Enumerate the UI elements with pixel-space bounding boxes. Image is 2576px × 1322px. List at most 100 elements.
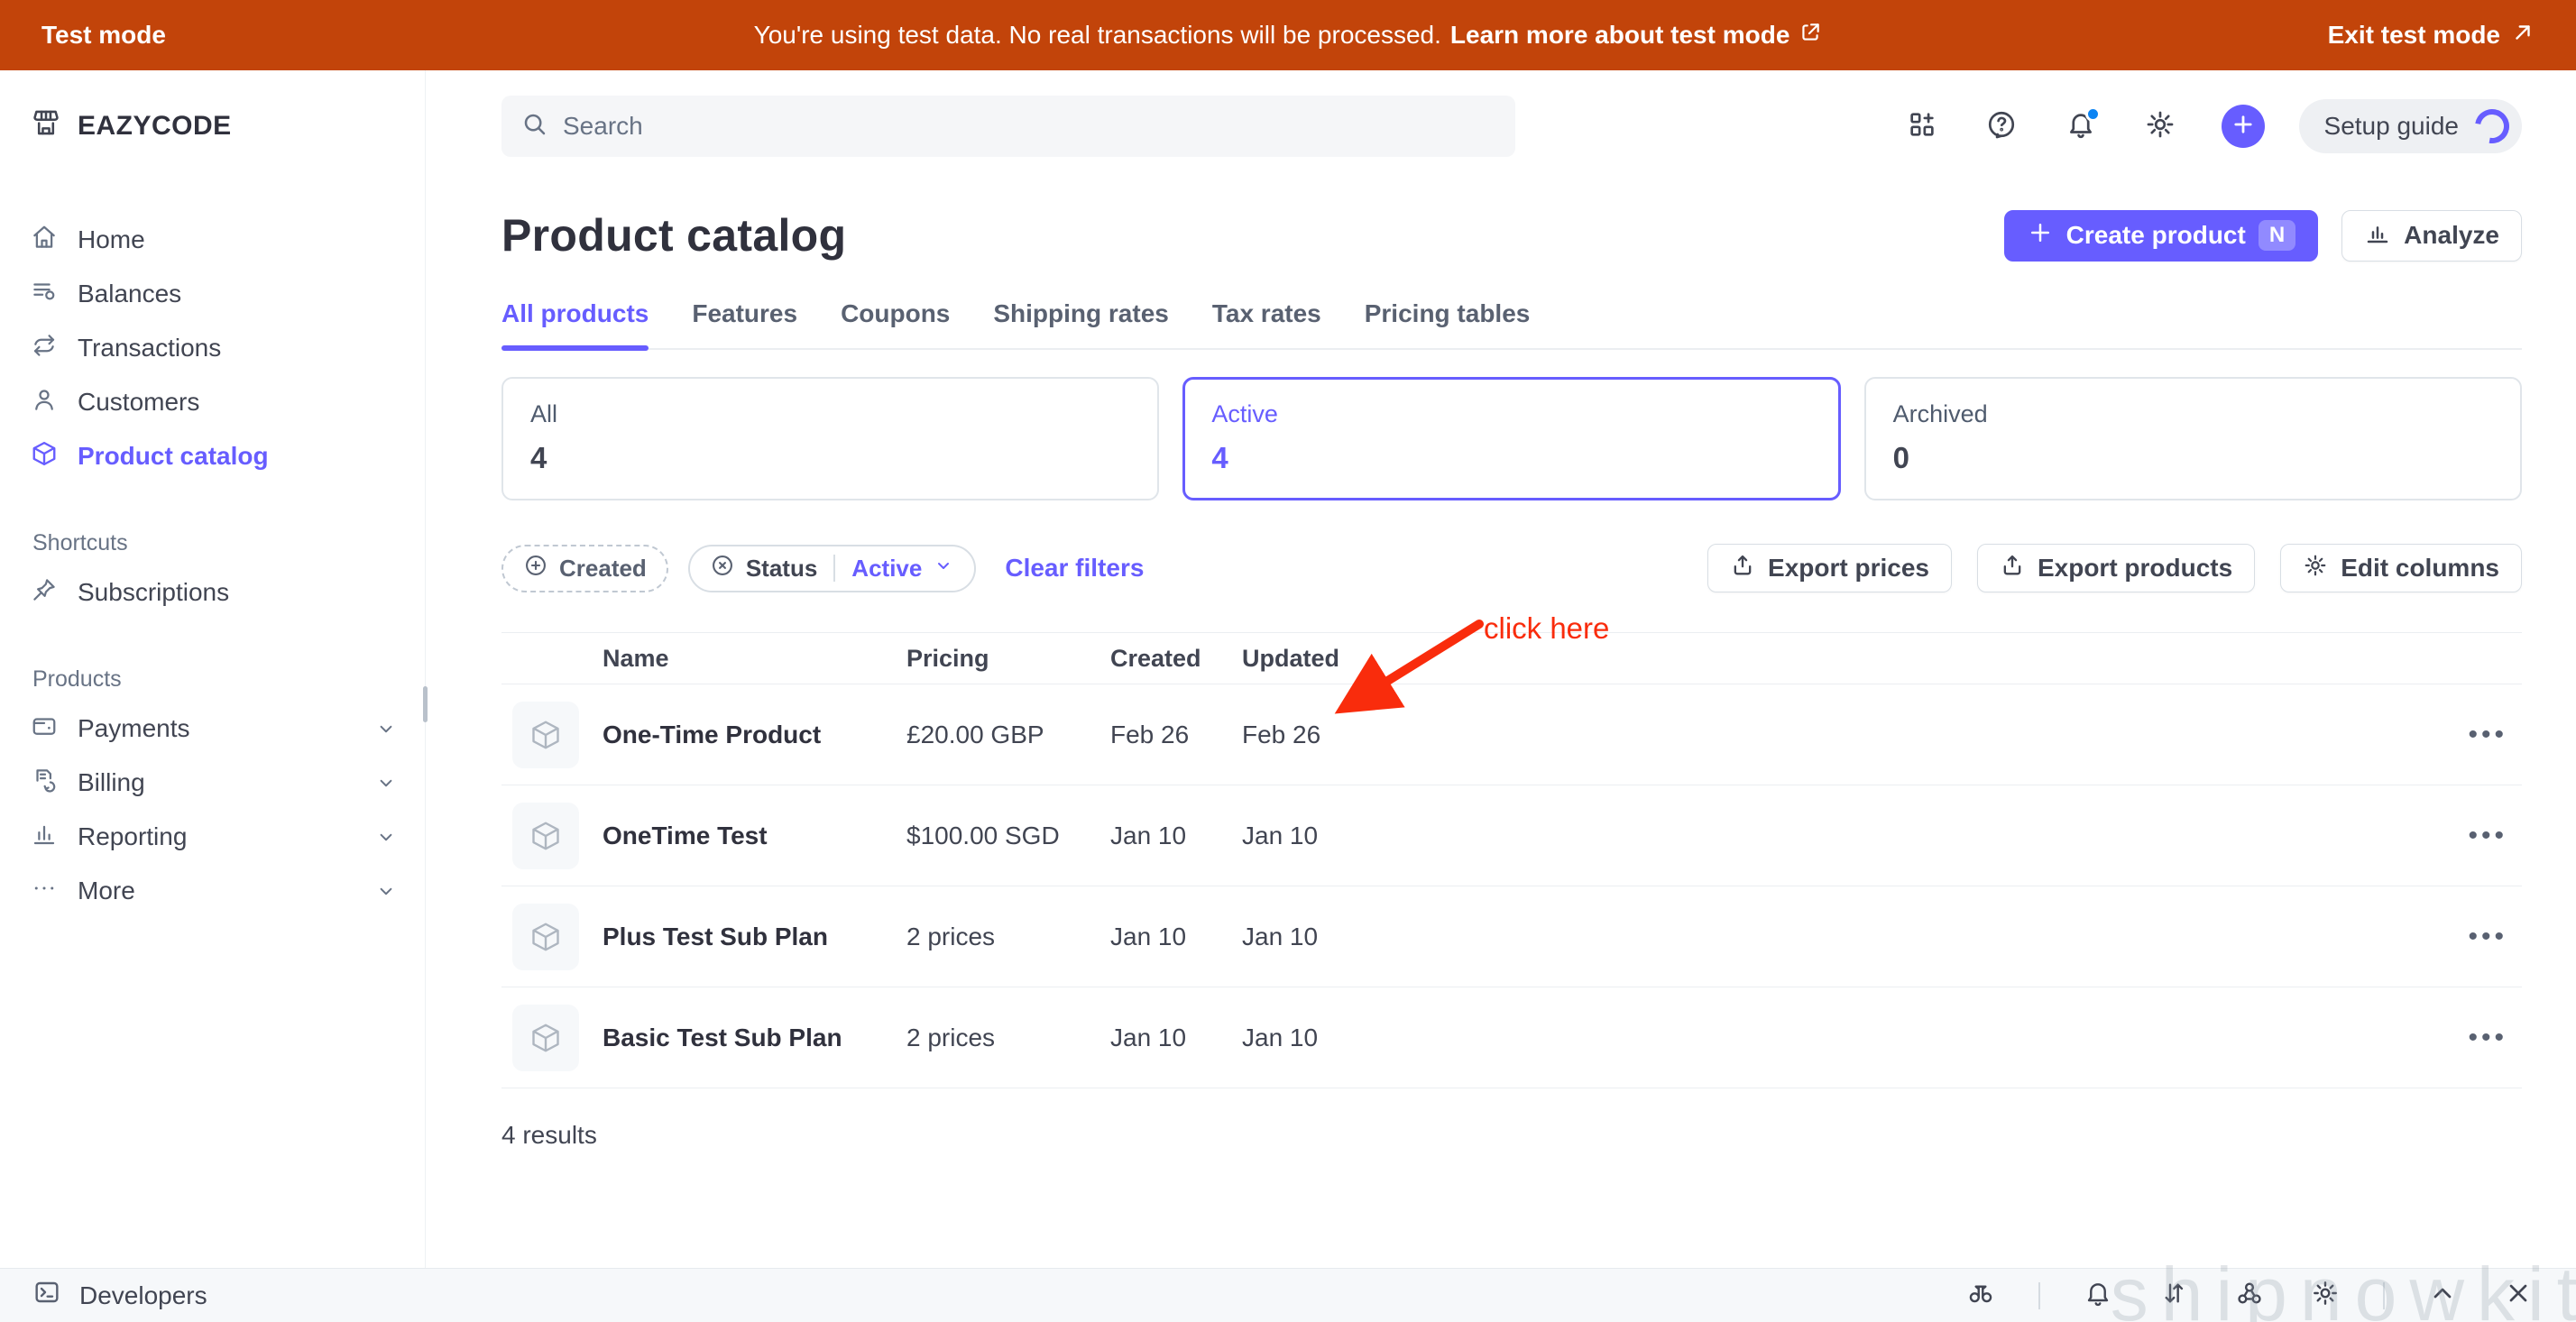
export-products-button[interactable]: Export products — [1977, 544, 2255, 592]
summary-card-archived[interactable]: Archived 0 — [1864, 377, 2522, 500]
card-count: 4 — [530, 441, 1130, 475]
api-requests-button[interactable] — [2156, 1278, 2192, 1314]
settings-button[interactable] — [2142, 108, 2178, 144]
pin-icon — [31, 576, 58, 610]
column-header-created[interactable]: Created — [1110, 645, 1242, 673]
filter-created[interactable]: Created — [501, 545, 668, 592]
chevron-down-icon — [374, 825, 398, 849]
chevron-down-icon — [374, 717, 398, 740]
sidebar-item-more[interactable]: More — [31, 864, 398, 918]
gear-icon — [2145, 109, 2176, 144]
sidebar-item-billing[interactable]: Billing — [31, 756, 398, 810]
export-products-label: Export products — [2038, 554, 2232, 583]
wallet-icon — [31, 712, 58, 746]
table-row[interactable]: OneTime Test $100.00 SGD Jan 10 Jan 10 •… — [501, 785, 2522, 886]
bar-chart-icon — [31, 821, 58, 854]
create-product-button[interactable]: Create product N — [2004, 210, 2319, 262]
quick-create-button[interactable] — [2222, 105, 2265, 148]
export-icon — [2000, 553, 2025, 584]
column-header-name[interactable]: Name — [603, 645, 906, 673]
help-button[interactable] — [1983, 108, 2019, 144]
sidebar-section-products: Products — [32, 666, 398, 693]
plus-icon — [2231, 112, 2256, 142]
filter-status[interactable]: Status Active — [688, 545, 977, 592]
summary-card-all[interactable]: All 4 — [501, 377, 1159, 500]
tab-shipping-rates[interactable]: Shipping rates — [993, 299, 1168, 348]
notifications-button[interactable] — [2063, 108, 2099, 144]
storefront-icon — [31, 107, 61, 145]
exit-test-mode-label: Exit test mode — [2328, 21, 2500, 50]
row-overflow-menu[interactable]: ••• — [2468, 922, 2522, 952]
cube-icon — [31, 440, 58, 473]
sidebar-item-payments[interactable]: Payments — [31, 702, 398, 756]
row-overflow-menu[interactable]: ••• — [2468, 821, 2522, 851]
table-header: Name Pricing Created Updated — [501, 632, 2522, 684]
tab-coupons[interactable]: Coupons — [841, 299, 950, 348]
sidebar-item-label: Home — [78, 225, 145, 254]
table-row[interactable]: Basic Test Sub Plan 2 prices Jan 10 Jan … — [501, 987, 2522, 1088]
sidebar-item-reporting[interactable]: Reporting — [31, 810, 398, 864]
x-circle-icon — [710, 553, 735, 584]
transactions-icon — [31, 332, 58, 365]
product-updated: Jan 10 — [1242, 822, 2459, 850]
tab-tax-rates[interactable]: Tax rates — [1212, 299, 1321, 348]
banner-message: You're using test data. No real transact… — [429, 21, 2147, 50]
card-label: All — [530, 400, 1130, 428]
invoice-icon — [31, 767, 58, 800]
expand-bar-button[interactable] — [2424, 1278, 2461, 1314]
tab-features[interactable]: Features — [692, 299, 797, 348]
card-count: 0 — [1893, 441, 2493, 475]
product-pricing: 2 prices — [906, 1024, 1110, 1052]
column-header-updated[interactable]: Updated — [1242, 645, 2459, 673]
clear-filters-link[interactable]: Clear filters — [1005, 554, 1144, 583]
dev-settings-button[interactable] — [2307, 1278, 2343, 1314]
progress-spinner-icon — [2469, 103, 2516, 151]
close-bar-button[interactable] — [2500, 1278, 2536, 1314]
account-switcher[interactable]: EAZYCODE — [31, 97, 398, 155]
card-label: Archived — [1893, 400, 2493, 428]
products-table: Name Pricing Created Updated One-Time Pr… — [501, 632, 2522, 1150]
webhook-icon — [2235, 1279, 2264, 1312]
developers-button[interactable]: Developers — [32, 1278, 207, 1313]
table-row[interactable]: One-Time Product £20.00 GBP Feb 26 Feb 2… — [501, 684, 2522, 785]
summary-card-active[interactable]: Active 4 — [1182, 377, 1840, 500]
edit-columns-button[interactable]: Edit columns — [2280, 544, 2522, 592]
inspect-button[interactable] — [1963, 1278, 1999, 1314]
keyboard-shortcut-badge: N — [2259, 220, 2295, 251]
tab-pricing-tables[interactable]: Pricing tables — [1365, 299, 1531, 348]
product-name: One-Time Product — [603, 721, 906, 749]
chevron-down-icon — [374, 879, 398, 903]
row-overflow-menu[interactable]: ••• — [2468, 720, 2522, 750]
sidebar-item-customers[interactable]: Customers — [31, 375, 398, 429]
results-count: 4 results — [501, 1121, 2522, 1150]
sidebar-item-subscriptions[interactable]: Subscriptions — [31, 565, 398, 620]
divider — [2038, 1282, 2040, 1309]
global-search[interactable] — [501, 96, 1515, 157]
sidebar-item-home[interactable]: Home — [31, 213, 398, 267]
product-thumbnail — [512, 702, 579, 768]
card-label: Active — [1211, 400, 1811, 428]
sidebar-item-product-catalog[interactable]: Product catalog — [31, 429, 398, 483]
plus-circle-icon — [523, 553, 548, 584]
chevron-down-icon — [933, 555, 954, 583]
webhooks-button[interactable] — [2231, 1278, 2268, 1314]
help-icon — [1986, 109, 2017, 144]
analyze-button[interactable]: Analyze — [2341, 210, 2522, 262]
dev-notifications-button[interactable] — [2080, 1278, 2116, 1314]
bar-chart-icon — [2364, 219, 2391, 252]
apps-button[interactable] — [1904, 108, 1940, 144]
row-overflow-menu[interactable]: ••• — [2468, 1023, 2522, 1053]
sidebar-item-transactions[interactable]: Transactions — [31, 321, 398, 375]
sidebar-item-label: Customers — [78, 388, 199, 417]
external-link-icon — [1799, 21, 1822, 50]
tab-all-products[interactable]: All products — [501, 299, 649, 348]
exit-test-mode-button[interactable]: Exit test mode — [2147, 21, 2535, 50]
search-input[interactable] — [563, 112, 1495, 141]
setup-guide-button[interactable]: Setup guide — [2299, 99, 2522, 153]
sidebar-item-balances[interactable]: Balances — [31, 267, 398, 321]
banner-learn-more-link[interactable]: Learn more about test mode — [1450, 21, 1790, 50]
table-row[interactable]: Plus Test Sub Plan 2 prices Jan 10 Jan 1… — [501, 886, 2522, 987]
export-prices-button[interactable]: Export prices — [1707, 544, 1952, 592]
filter-status-label: Status — [746, 555, 817, 583]
column-header-pricing[interactable]: Pricing — [906, 645, 1110, 673]
